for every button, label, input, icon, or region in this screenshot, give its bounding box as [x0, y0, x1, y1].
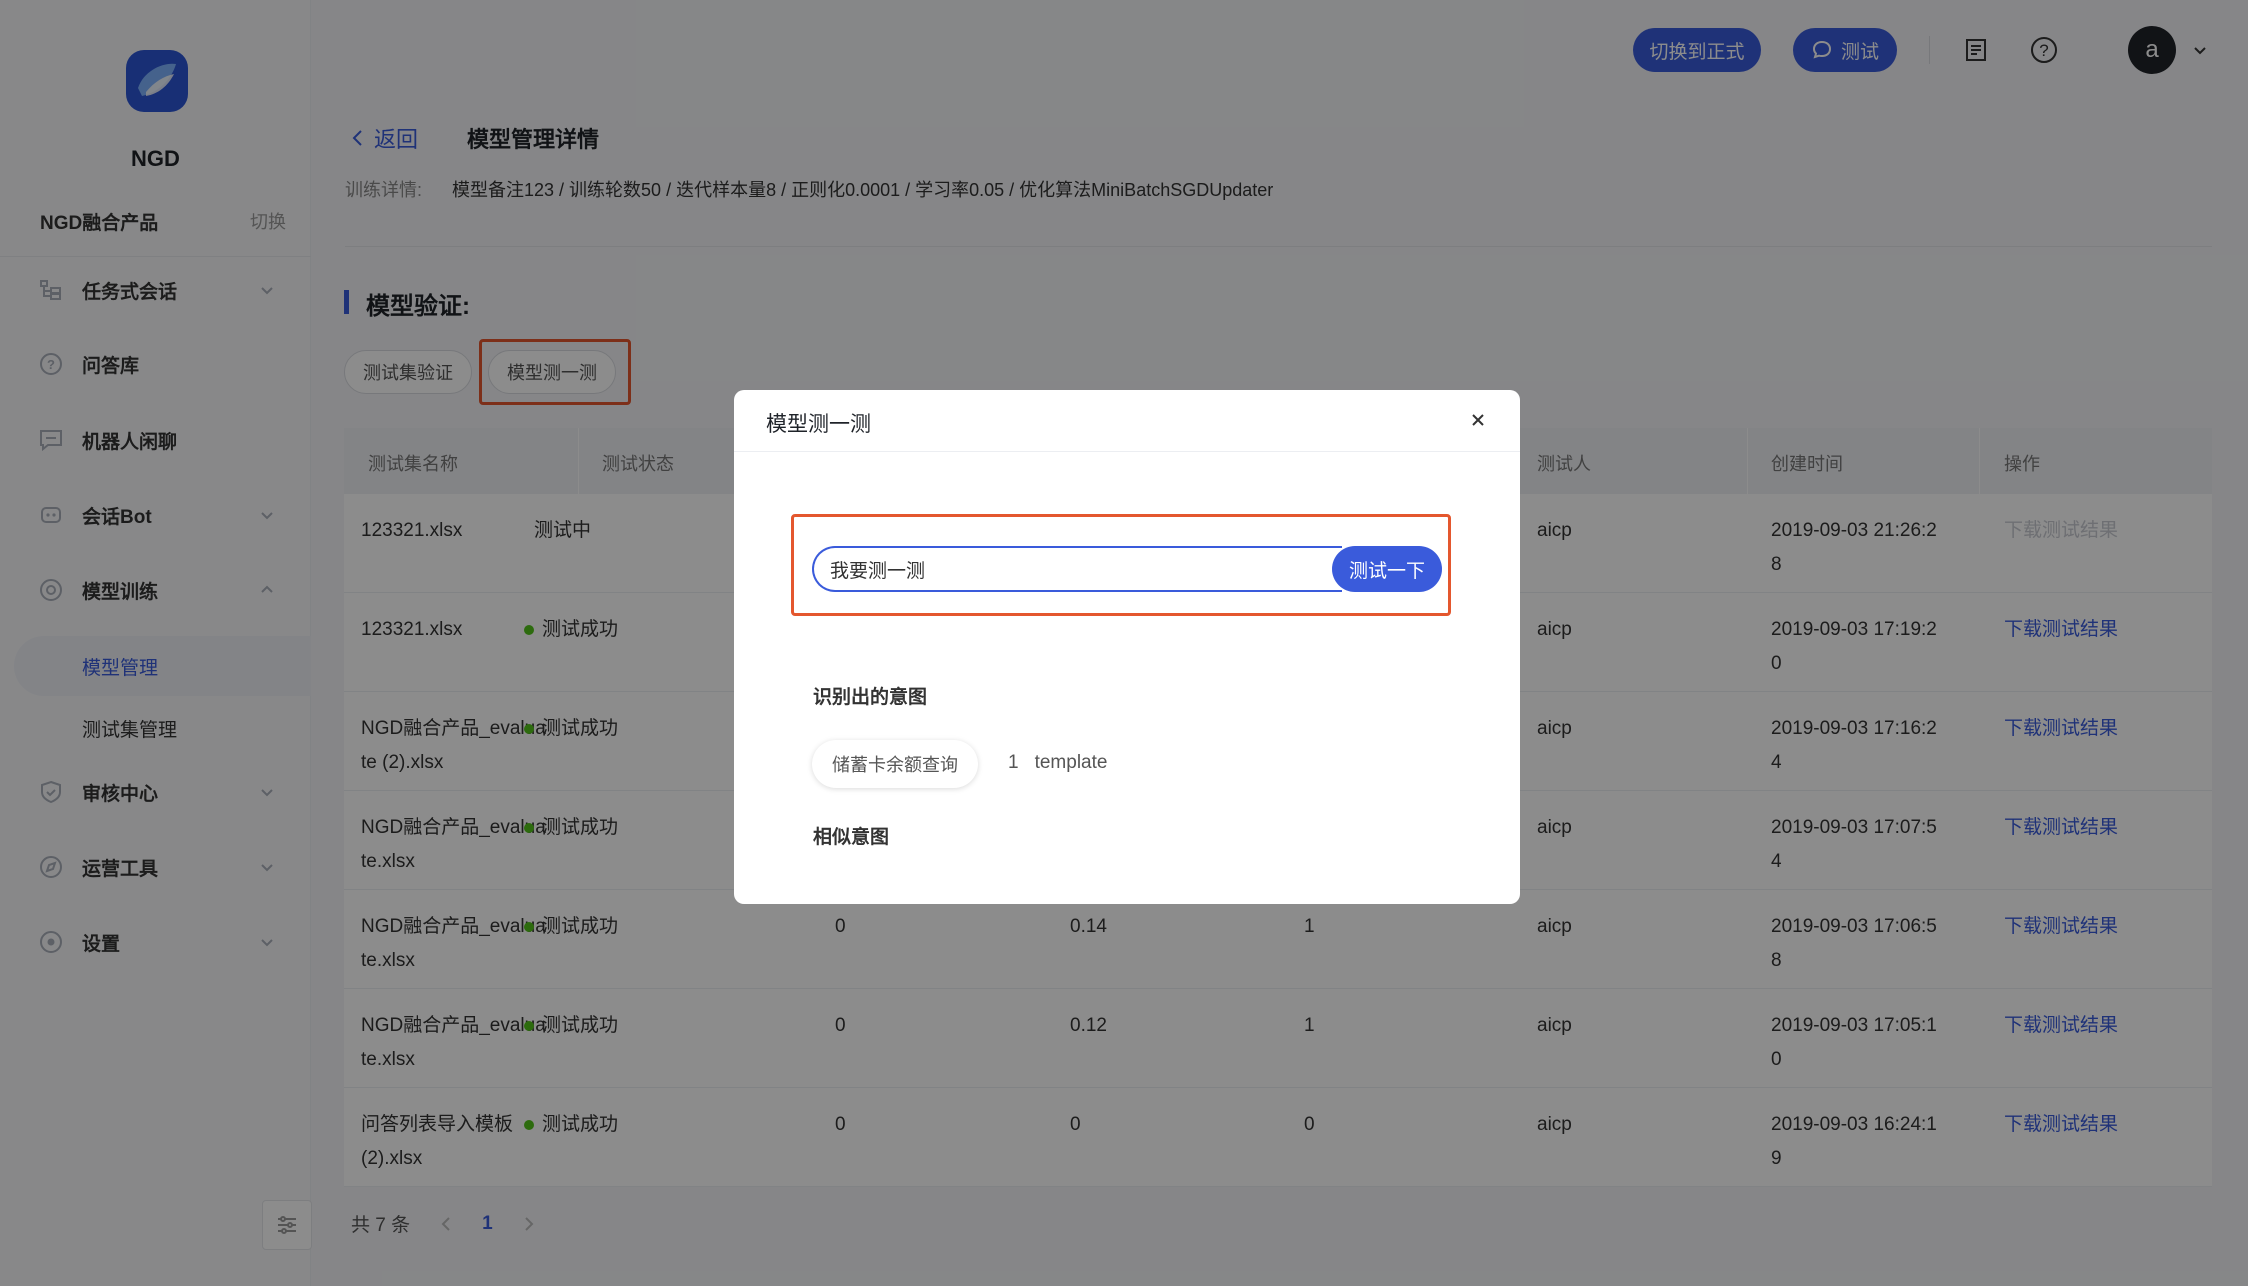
test-utterance-input[interactable] [812, 546, 1342, 592]
modal-title: 模型测一测 [766, 413, 871, 436]
close-icon[interactable] [1468, 410, 1488, 430]
recognized-intent-label: 识别出的意图 [813, 687, 928, 708]
similar-intent-label: 相似意图 [813, 827, 890, 848]
intent-count: 1 [1008, 752, 1019, 773]
intent-source: template [1034, 752, 1108, 773]
intent-info: 1 template [1008, 752, 1107, 774]
model-quick-test-modal: 模型测一测 测试一下 识别出的意图 储蓄卡余额查询 1 template 相似意… [734, 390, 1520, 904]
run-test-button[interactable]: 测试一下 [1332, 546, 1442, 592]
intent-tag: 储蓄卡余额查询 [812, 740, 978, 788]
modal-header: 模型测一测 [734, 390, 1520, 452]
